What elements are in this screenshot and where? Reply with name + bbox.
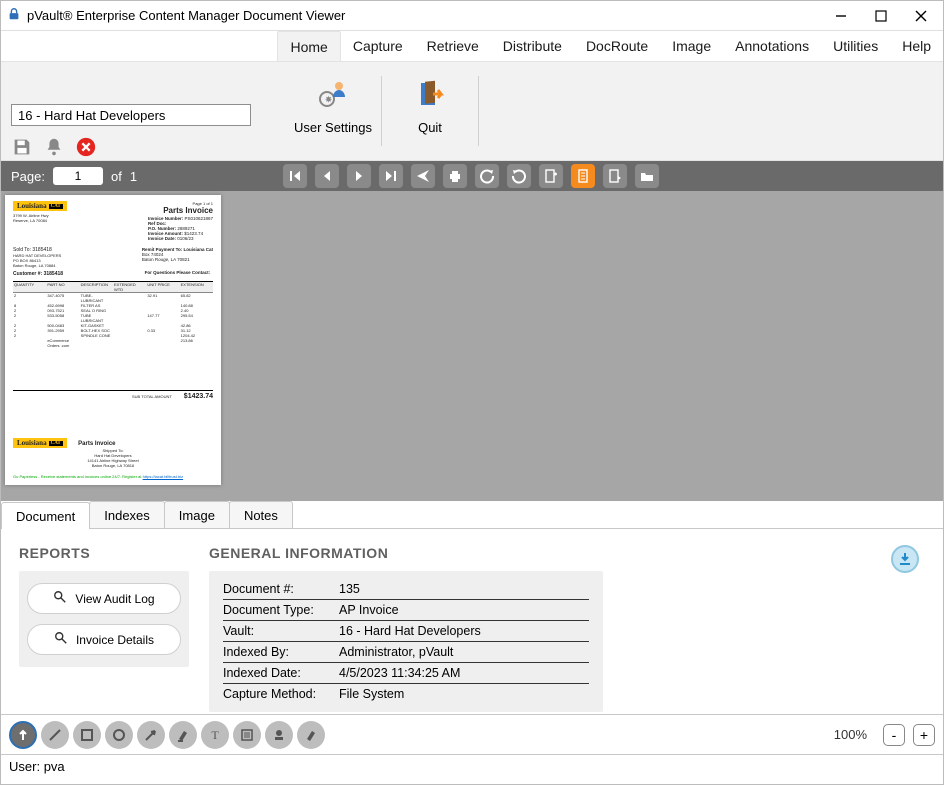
row-capture-method: Capture Method:File System xyxy=(223,684,589,704)
anno-pointer-button[interactable] xyxy=(9,721,37,749)
search-icon xyxy=(53,590,67,607)
anno-rect-button[interactable] xyxy=(73,721,101,749)
document-viewport[interactable]: Louisiana CAT 3799 W. Airline HwyReserve… xyxy=(1,191,943,501)
status-bar: User: pva xyxy=(1,754,943,778)
page-of-label: of xyxy=(111,169,122,184)
titlebar: pVault® Enterprise Content Manager Docum… xyxy=(1,1,943,31)
row-indexed-date: Indexed Date:4/5/2023 11:34:25 AM xyxy=(223,663,589,684)
minimize-button[interactable] xyxy=(831,6,851,26)
doc-addr: 3799 W. Airline HwyReserve, LA 70084 xyxy=(13,213,67,223)
zoom-level: 100% xyxy=(834,727,867,742)
nav-print-button[interactable] xyxy=(443,164,467,188)
detail-tabs: Document Indexes Image Notes xyxy=(1,501,943,529)
download-button[interactable] xyxy=(891,545,919,573)
nav-first-button[interactable] xyxy=(283,164,307,188)
maximize-button[interactable] xyxy=(871,6,891,26)
nav-page-export-button[interactable] xyxy=(603,164,627,188)
reports-header: REPORTS xyxy=(19,545,189,561)
page-label: Page: xyxy=(11,169,45,184)
row-document-type: Document Type:AP Invoice xyxy=(223,600,589,621)
nav-page-current-button[interactable] xyxy=(571,164,595,188)
nav-next-button[interactable] xyxy=(347,164,371,188)
nav-prev-button[interactable] xyxy=(315,164,339,188)
doc-footer: Louisiana CAT Parts Invoice Shipped To: … xyxy=(13,438,213,479)
page-bar: Page: of 1 xyxy=(1,161,943,191)
anno-line-button[interactable] xyxy=(41,721,69,749)
doc-total: SUB TOTAL AMOUNT $1423.74 xyxy=(13,390,213,400)
ribbon: User Settings Quit xyxy=(1,61,943,161)
doc-line-items: QUANTITYPART NODESCRIPTIONEXTENDED WTDUN… xyxy=(13,281,213,348)
menu-docroute[interactable]: DocRoute xyxy=(574,31,660,61)
tab-document[interactable]: Document xyxy=(1,502,90,529)
menu-utilities[interactable]: Utilities xyxy=(821,31,890,61)
save-icon[interactable] xyxy=(11,136,33,161)
view-audit-log-button[interactable]: View Audit Log xyxy=(27,583,181,614)
menu-annotations[interactable]: Annotations xyxy=(723,31,821,61)
doc-brand: Louisiana CAT xyxy=(13,201,67,211)
anno-arrow-button[interactable] xyxy=(137,721,165,749)
lock-icon xyxy=(7,7,21,24)
general-info-box: Document #:135 Document Type:AP Invoice … xyxy=(209,571,603,712)
invoice-details-label: Invoice Details xyxy=(76,633,154,647)
menu-home[interactable]: Home xyxy=(277,31,340,61)
document-page-thumbnail[interactable]: Louisiana CAT 3799 W. Airline HwyReserve… xyxy=(5,195,221,485)
doc-fields: Invoice Number: PS010621867 Ref Doc: P.O… xyxy=(148,216,213,241)
quit-icon xyxy=(413,72,447,116)
annotation-toolbar: T 100% - + xyxy=(1,714,943,754)
doc-sold-to: Sold To: 3185418 HARD HAT DEVELOPERS PO … xyxy=(13,247,63,277)
doc-line-item: eCommerce Orders .com213.86 xyxy=(13,338,213,348)
zoom-out-button[interactable]: - xyxy=(883,724,905,746)
menu-retrieve[interactable]: Retrieve xyxy=(415,31,491,61)
quit-label: Quit xyxy=(418,120,442,135)
status-user: pva xyxy=(44,759,65,774)
menu-image[interactable]: Image xyxy=(660,31,723,61)
general-info-header: GENERAL INFORMATION xyxy=(209,545,603,561)
anno-stamp-button[interactable] xyxy=(265,721,293,749)
doc-line-item: 2347-4075TUBE-LUBRICANT32.9165.82 xyxy=(13,293,213,303)
anno-redact-button[interactable] xyxy=(297,721,325,749)
nav-page-add-button[interactable] xyxy=(539,164,563,188)
row-document-number: Document #:135 xyxy=(223,579,589,600)
job-select-input[interactable] xyxy=(11,104,251,126)
search-icon xyxy=(54,631,68,648)
zoom-in-button[interactable]: + xyxy=(913,724,935,746)
user-settings-label: User Settings xyxy=(294,120,372,135)
invoice-details-button[interactable]: Invoice Details xyxy=(27,624,181,655)
menubar: Home Capture Retrieve Distribute DocRout… xyxy=(1,31,943,61)
delete-icon[interactable] xyxy=(75,136,97,161)
nav-last-button[interactable] xyxy=(379,164,403,188)
bell-icon[interactable] xyxy=(43,136,65,161)
anno-note-button[interactable] xyxy=(233,721,261,749)
info-panel: REPORTS View Audit Log Invoice Details G… xyxy=(1,529,943,714)
row-vault: Vault:16 - Hard Hat Developers xyxy=(223,621,589,642)
tab-notes[interactable]: Notes xyxy=(229,501,293,528)
doc-heading: Parts Invoice xyxy=(148,206,213,215)
menu-distribute[interactable]: Distribute xyxy=(491,31,574,61)
tab-indexes[interactable]: Indexes xyxy=(89,501,165,528)
user-settings-button[interactable]: User Settings xyxy=(285,68,381,154)
doc-remit: Remit Payment To: Louisiana Cat Box 7402… xyxy=(142,247,213,277)
menu-help[interactable]: Help xyxy=(890,31,943,61)
anno-circle-button[interactable] xyxy=(105,721,133,749)
status-user-label: User: xyxy=(9,759,40,774)
anno-text-button[interactable]: T xyxy=(201,721,229,749)
view-audit-log-label: View Audit Log xyxy=(75,592,154,606)
nav-folder-button[interactable] xyxy=(635,164,659,188)
doc-line-item: 2533-5058TUBE LUBRICANT147.77295.54 xyxy=(13,313,213,323)
nav-send-button[interactable] xyxy=(411,164,435,188)
page-total: 1 xyxy=(130,169,137,184)
svg-text:T: T xyxy=(211,728,219,742)
quit-button[interactable]: Quit xyxy=(382,68,478,154)
window-title: pVault® Enterprise Content Manager Docum… xyxy=(27,8,345,23)
anno-highlight-button[interactable] xyxy=(169,721,197,749)
page-current-input[interactable] xyxy=(53,167,103,185)
close-button[interactable] xyxy=(911,6,931,26)
tab-image[interactable]: Image xyxy=(164,501,230,528)
menu-capture[interactable]: Capture xyxy=(341,31,415,61)
row-indexed-by: Indexed By:Administrator, pVault xyxy=(223,642,589,663)
nav-rotate-ccw-button[interactable] xyxy=(475,164,499,188)
nav-rotate-cw-button[interactable] xyxy=(507,164,531,188)
user-settings-icon xyxy=(316,72,350,116)
